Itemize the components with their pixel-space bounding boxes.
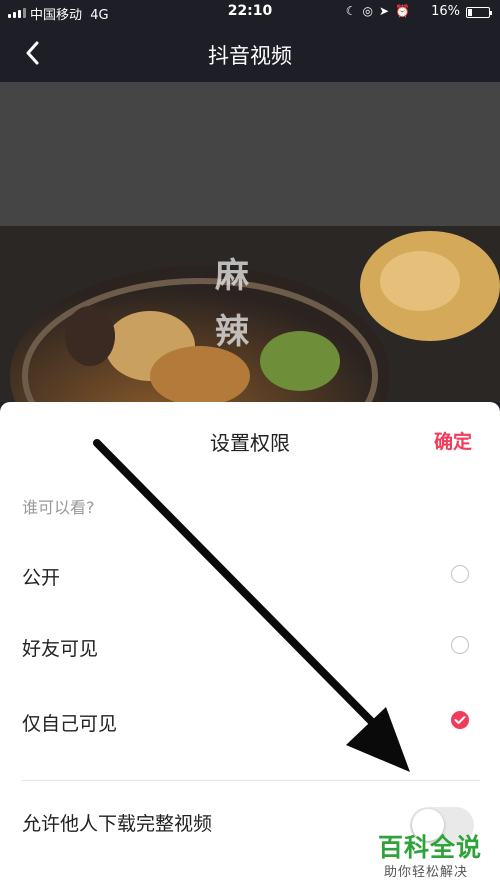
- confirm-button[interactable]: 确定: [434, 427, 472, 454]
- radio-unchecked-icon[interactable]: [451, 565, 469, 583]
- watermark-logo: 百科全说 助你轻松解决: [370, 828, 495, 884]
- status-icons: ☾◎➤⏰: [346, 4, 416, 18]
- permission-sheet: 设置权限 确定 谁可以看? 公开 好友可见 仅自己可见 允许他人下载完整视频: [0, 402, 500, 889]
- location-icon: ➤: [378, 4, 396, 18]
- option-label: 公开: [22, 567, 61, 589]
- allow-download-label: 允许他人下载完整视频: [22, 813, 213, 835]
- video-letterbox: [0, 82, 500, 226]
- video-overlay-text: 麻辣: [215, 256, 249, 352]
- status-bar: 中国移动 4G 22:10 ☾◎➤⏰ 16%: [0, 0, 500, 26]
- watermark-title: 百科全说: [378, 833, 483, 862]
- watermark-subtitle: 助你轻松解决: [384, 865, 469, 880]
- option-public[interactable]: 公开: [0, 545, 500, 605]
- clock: 22:10: [227, 3, 273, 19]
- radio-checked-icon[interactable]: [451, 711, 469, 729]
- sheet-title: 设置权限: [210, 431, 290, 455]
- radio-unchecked-icon[interactable]: [451, 636, 469, 654]
- alarm-icon: ⏰: [395, 4, 416, 18]
- video-preview[interactable]: 麻辣: [0, 82, 500, 402]
- battery-percent: 16%: [431, 4, 460, 19]
- option-private[interactable]: 仅自己可见: [0, 691, 500, 751]
- rotation-lock-icon: ◎: [362, 4, 379, 18]
- option-label: 仅自己可见: [22, 713, 118, 735]
- visibility-section-label: 谁可以看?: [22, 498, 95, 517]
- battery-icon: [466, 7, 492, 18]
- option-friends[interactable]: 好友可见: [0, 616, 500, 676]
- option-label: 好友可见: [22, 638, 99, 660]
- page-title: 抖音视频: [208, 44, 292, 68]
- divider: [22, 780, 480, 781]
- nav-bar: 抖音视频: [0, 26, 500, 82]
- moon-icon: ☾: [345, 4, 363, 18]
